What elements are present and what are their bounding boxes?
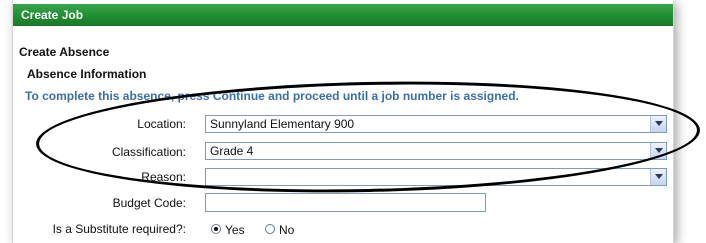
panel-header: Create Job <box>13 4 673 26</box>
section-subtitle: Absence Information <box>27 67 147 81</box>
chevron-down-icon[interactable] <box>650 143 666 159</box>
classification-value: Grade 4 <box>210 144 254 158</box>
classification-label: Classification: <box>111 145 186 159</box>
location-select[interactable]: Sunnyland Elementary 900 <box>205 115 667 133</box>
location-label: Location: <box>137 117 186 131</box>
substitute-label: Is a Substitute required?: <box>52 222 186 236</box>
substitute-no-radio[interactable] <box>265 224 275 234</box>
location-value: Sunnyland Elementary 900 <box>210 117 355 131</box>
substitute-no-label: No <box>279 223 295 237</box>
classification-select[interactable]: Grade 4 <box>205 142 667 160</box>
budget-code-input[interactable] <box>205 193 486 212</box>
reason-label: Reason: <box>141 170 186 184</box>
section-title: Create Absence <box>19 45 110 59</box>
substitute-yes-label: Yes <box>225 223 245 237</box>
substitute-yes-radio[interactable] <box>211 224 221 234</box>
reason-select[interactable] <box>205 168 667 186</box>
budget-code-label: Budget Code: <box>112 196 186 210</box>
chevron-down-icon[interactable] <box>650 116 666 132</box>
instruction-text: To complete this absence, press Continue… <box>25 89 519 103</box>
chevron-down-icon[interactable] <box>650 169 666 185</box>
